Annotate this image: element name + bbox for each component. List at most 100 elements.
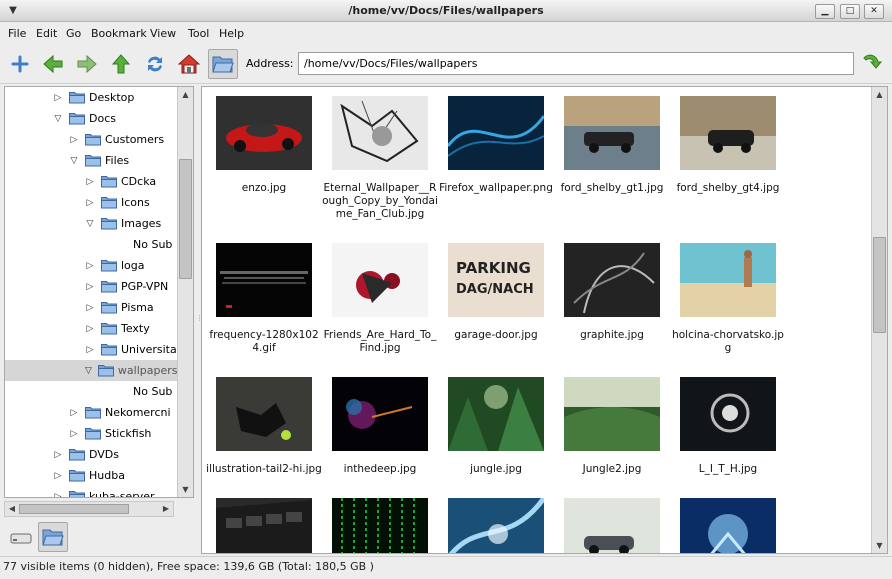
file-item[interactable]: ford_shelby_gt4.jpg [670, 96, 786, 195]
forward-button[interactable] [72, 49, 102, 79]
expand-triangle-icon[interactable]: ▷ [53, 450, 63, 460]
pane-splitter[interactable]: ⋮ [196, 314, 203, 324]
collapse-triangle-icon[interactable]: ▽ [53, 114, 63, 124]
tree-item[interactable]: ▷ kuba-server [5, 486, 177, 498]
go-button[interactable] [860, 52, 884, 76]
new-tab-button[interactable] [5, 49, 35, 79]
file-item[interactable] [670, 498, 786, 553]
file-thumbnail [216, 377, 312, 451]
expand-triangle-icon[interactable]: ▷ [85, 198, 95, 208]
tree-item[interactable]: ▷ CDcka [5, 171, 177, 192]
tree-item[interactable]: ▷ Pisma [5, 297, 177, 318]
tree-item[interactable]: ▷ Hudba [5, 465, 177, 486]
title-bar[interactable]: ▼ /home/vv/Docs/Files/wallpapers ▁ □ ✕ [0, 0, 892, 22]
tree-item-label: No Sub [133, 385, 173, 398]
tree-item[interactable]: ▷ Universita [5, 339, 177, 360]
directory-tree[interactable]: ▷ Desktop ▽ Docs ▷ Customers ▽ Files ▷ CDcka ▷ Icon… [4, 86, 194, 498]
up-button[interactable] [106, 49, 136, 79]
address-input[interactable] [298, 52, 854, 75]
menu-edit[interactable]: Edit [36, 27, 57, 40]
menu-file[interactable]: File [8, 27, 26, 40]
file-item[interactable] [206, 498, 322, 553]
tree-item[interactable]: ▽ Files [5, 150, 177, 171]
scroll-down-arrow-icon[interactable]: ▼ [872, 538, 887, 553]
tree-item[interactable]: No Sub [5, 381, 177, 402]
tree-item[interactable]: ▷ Stickfish [5, 423, 177, 444]
tree-item[interactable]: ▷ PGP-VPN [5, 276, 177, 297]
home-button[interactable] [174, 49, 204, 79]
file-item[interactable] [438, 498, 554, 553]
expand-triangle-icon[interactable]: ▷ [85, 303, 95, 313]
file-item[interactable]: graphite.jpg [554, 243, 670, 342]
status-bar: 77 visible items (0 hidden), Free space:… [0, 556, 892, 579]
file-item[interactable]: jungle.jpg [438, 377, 554, 476]
file-item[interactable]: PARKING DAG/NACH garage-door.jpg [438, 243, 554, 342]
minimize-button[interactable]: ▁ [815, 4, 835, 19]
tree-item[interactable]: No Sub [5, 234, 177, 255]
file-name: frequency-1280x1024.gif [209, 329, 319, 354]
expand-triangle-icon[interactable]: ▷ [85, 282, 95, 292]
menu-bookmark[interactable]: Bookmark [91, 27, 147, 40]
files-scroll-thumb[interactable] [873, 237, 886, 333]
menu-go[interactable]: Go [66, 27, 81, 40]
expand-triangle-icon[interactable]: ▷ [85, 177, 95, 187]
collapse-triangle-icon[interactable]: ▽ [69, 156, 79, 166]
menu-tool[interactable]: Tool [188, 27, 209, 40]
file-item[interactable] [322, 498, 438, 553]
places-tab[interactable] [6, 522, 36, 552]
file-item[interactable]: inthedeep.jpg [322, 377, 438, 476]
side-pane-tabs [4, 520, 194, 554]
expand-triangle-icon[interactable]: ▷ [69, 429, 79, 439]
scroll-up-arrow-icon[interactable]: ▲ [872, 87, 887, 102]
tree-item[interactable]: ▷ Texty [5, 318, 177, 339]
file-item[interactable] [554, 498, 670, 553]
file-item[interactable]: Eternal_Wallpaper__Rough_Copy_by_Yondaim… [322, 96, 438, 221]
file-item[interactable]: illustration-tail2-hi.jpg [206, 377, 322, 476]
close-button[interactable]: ✕ [864, 4, 884, 19]
tree-item[interactable]: ▷ DVDs [5, 444, 177, 465]
tree-item[interactable]: ▷ Nekomercni [5, 402, 177, 423]
file-icon-view[interactable]: enzo.jpg Eternal_Wallpaper__Rough_Copy_by… [201, 86, 888, 554]
collapse-triangle-icon[interactable]: ▽ [85, 219, 95, 229]
scroll-right-arrow-icon[interactable]: ▶ [159, 502, 173, 516]
expand-triangle-icon[interactable]: ▷ [85, 261, 95, 271]
back-button[interactable] [38, 49, 68, 79]
tree-scroll-thumb[interactable] [179, 159, 192, 279]
tree-item[interactable]: ▷ loga [5, 255, 177, 276]
file-item[interactable]: holcina-chorvatsko.jpg [670, 243, 786, 355]
expand-triangle-icon[interactable]: ▷ [53, 93, 63, 103]
directory-tree-tab[interactable] [38, 522, 68, 552]
file-item[interactable]: L_I_T_H.jpg [670, 377, 786, 476]
expand-triangle-icon[interactable]: ▷ [53, 471, 63, 481]
menu-view[interactable]: View [150, 27, 176, 40]
scroll-up-arrow-icon[interactable]: ▲ [178, 87, 193, 102]
tree-item[interactable]: ▽ wallpapers [5, 360, 178, 381]
tree-item[interactable]: ▷ Customers [5, 129, 177, 150]
expand-triangle-icon[interactable]: ▷ [69, 408, 79, 418]
menu-help[interactable]: Help [219, 27, 244, 40]
expand-triangle-icon[interactable]: ▷ [69, 135, 79, 145]
expand-triangle-icon[interactable]: ▷ [85, 324, 95, 334]
tree-horizontal-scrollbar[interactable]: ◀ ▶ [4, 501, 174, 517]
collapse-triangle-icon[interactable]: ▽ [85, 366, 92, 376]
file-item[interactable]: Firefox_wallpaper.png [438, 96, 554, 195]
file-item[interactable]: enzo.jpg [206, 96, 322, 195]
tree-item[interactable]: ▷ Desktop [5, 87, 177, 108]
tree-item[interactable]: ▽ Images [5, 213, 177, 234]
tree-hscroll-thumb[interactable] [19, 504, 129, 514]
file-item[interactable]: frequency-1280x1024.gif [206, 243, 322, 355]
file-item[interactable]: Friends_Are_Hard_To_Find.jpg [322, 243, 438, 355]
tree-item[interactable]: ▷ Icons [5, 192, 177, 213]
tree-item[interactable]: ▽ Docs [5, 108, 177, 129]
files-vertical-scrollbar[interactable]: ▲ ▼ [871, 87, 887, 553]
maximize-button[interactable]: □ [840, 4, 860, 19]
expand-triangle-icon[interactable]: ▷ [53, 492, 63, 498]
scroll-left-arrow-icon[interactable]: ◀ [5, 502, 19, 516]
folder-view-button[interactable] [208, 49, 238, 79]
file-item[interactable]: ford_shelby_gt1.jpg [554, 96, 670, 195]
scroll-down-arrow-icon[interactable]: ▼ [178, 482, 193, 497]
expand-triangle-icon[interactable]: ▷ [85, 345, 95, 355]
file-item[interactable]: Jungle2.jpg [554, 377, 670, 476]
tree-vertical-scrollbar[interactable]: ▲ ▼ [177, 87, 193, 497]
reload-button[interactable] [140, 49, 170, 79]
